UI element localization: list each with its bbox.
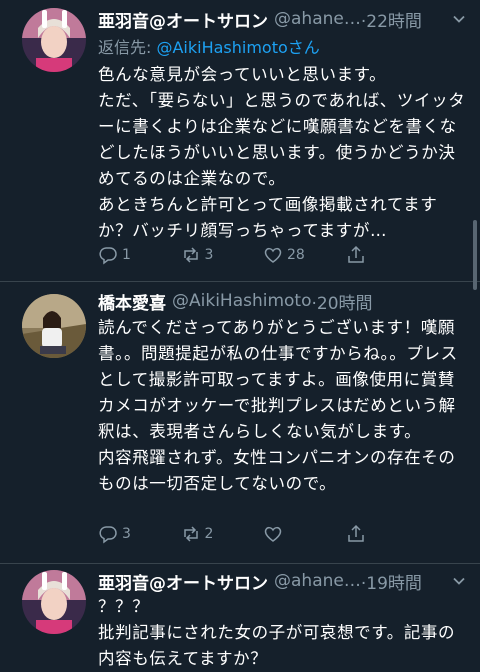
- tweet-paragraph: 内容飛躍されず。女性コンパニオンの存在そのものは一切否定してないので。: [98, 448, 456, 493]
- display-name[interactable]: 橋本愛喜: [98, 289, 166, 314]
- like-button[interactable]: [263, 524, 346, 544]
- tweet-actions: 3 2: [98, 522, 428, 546]
- retweet-count: 2: [204, 526, 214, 542]
- tweet-header: 橋本愛喜 @AikiHashimoto ·20時間: [98, 288, 452, 314]
- heart-icon: [264, 247, 282, 263]
- reply-mention-link[interactable]: @AikiHashimotoさん: [156, 38, 319, 57]
- reply-icon: [99, 526, 117, 544]
- user-handle[interactable]: @ahane…: [274, 571, 361, 591]
- reply-count: 1: [122, 247, 131, 263]
- retweet-button[interactable]: 2: [181, 524, 264, 544]
- tweet[interactable]: 亜羽音@オートサロン @ahane… ·22時間 返信先: @AikiHashi…: [0, 0, 480, 282]
- timestamp[interactable]: ·19時間: [361, 569, 422, 594]
- tweet-header: 亜羽音@オートサロン @ahane… ·19時間: [98, 568, 452, 594]
- tweet-text: 色んな意見が会っていいと思います。 ただ、「要らない」と思うのであれば、ツイッタ…: [98, 62, 468, 244]
- retweet-button[interactable]: 3: [181, 245, 264, 265]
- like-count: 28: [287, 247, 305, 263]
- scrollbar[interactable]: [473, 220, 477, 290]
- tweet-paragraph: 批判記事にされた女の子が可哀想です。記事の内容も伝えてますか？: [98, 623, 456, 668]
- tweet[interactable]: 橋本愛喜 @AikiHashimoto ·20時間 読んでくださってありがとうご…: [0, 282, 480, 564]
- tweet-header: 亜羽音@オートサロン @ahane… ·22時間: [98, 6, 452, 32]
- reply-context: 返信先: @AikiHashimotoさん: [98, 34, 320, 58]
- tweet-actions: 1 3 28: [98, 243, 428, 267]
- chevron-down-icon[interactable]: [452, 12, 466, 26]
- reply-button[interactable]: 1: [98, 245, 181, 265]
- avatar-image: [22, 294, 86, 358]
- retweet-icon: [183, 526, 198, 542]
- share-button[interactable]: [346, 524, 429, 544]
- share-icon: [347, 524, 364, 542]
- user-handle[interactable]: @AikiHashimoto: [172, 291, 312, 311]
- tweet-paragraph: ？？？: [98, 597, 150, 616]
- avatar-image: [22, 8, 86, 72]
- timestamp[interactable]: ·22時間: [361, 7, 422, 32]
- display-name[interactable]: 亜羽音@オートサロン: [98, 569, 268, 594]
- avatar-image: [22, 570, 86, 634]
- avatar[interactable]: [22, 570, 86, 634]
- reply-button[interactable]: 3: [98, 524, 181, 544]
- user-handle[interactable]: @ahane…: [274, 9, 361, 29]
- reply-icon: [99, 247, 117, 265]
- retweet-count: 3: [204, 247, 214, 263]
- share-button[interactable]: [346, 245, 429, 265]
- display-name[interactable]: 亜羽音@オートサロン: [98, 7, 268, 32]
- tweet-paragraph: ただ、「要らない」と思うのであれば、ツイッターに書くよりは企業などに嘆願書などを…: [98, 91, 466, 188]
- heart-icon: [264, 526, 282, 542]
- timestamp[interactable]: ·20時間: [312, 289, 373, 314]
- avatar[interactable]: [22, 294, 86, 358]
- chevron-down-icon[interactable]: [452, 574, 466, 588]
- avatar[interactable]: [22, 8, 86, 72]
- tweet[interactable]: 亜羽音@オートサロン @ahane… ·19時間 ？？？ 批判記事にされた女の子…: [0, 564, 480, 668]
- reply-label: 返信先:: [98, 38, 157, 57]
- reply-count: 3: [122, 526, 131, 542]
- tweet-text: 読んでくださってありがとうございます！嘆願書。。問題提起が私の仕事ですからね。。…: [98, 315, 468, 497]
- tweet-text: ？？？ 批判記事にされた女の子が可哀想です。記事の内容も伝えてますか？: [98, 594, 468, 672]
- tweet-paragraph: あときちんと許可とって画像掲載されてますか？バッチリ顔写っちゃってますが…: [98, 195, 438, 240]
- tweet-paragraph: 読んでくださってありがとうございます！嘆願書。。問題提起が私の仕事ですからね。。…: [98, 318, 458, 441]
- tweet-paragraph: 色んな意見が会っていいと思います。: [98, 65, 387, 84]
- retweet-icon: [183, 247, 198, 263]
- like-button[interactable]: 28: [263, 245, 346, 265]
- share-icon: [347, 245, 364, 263]
